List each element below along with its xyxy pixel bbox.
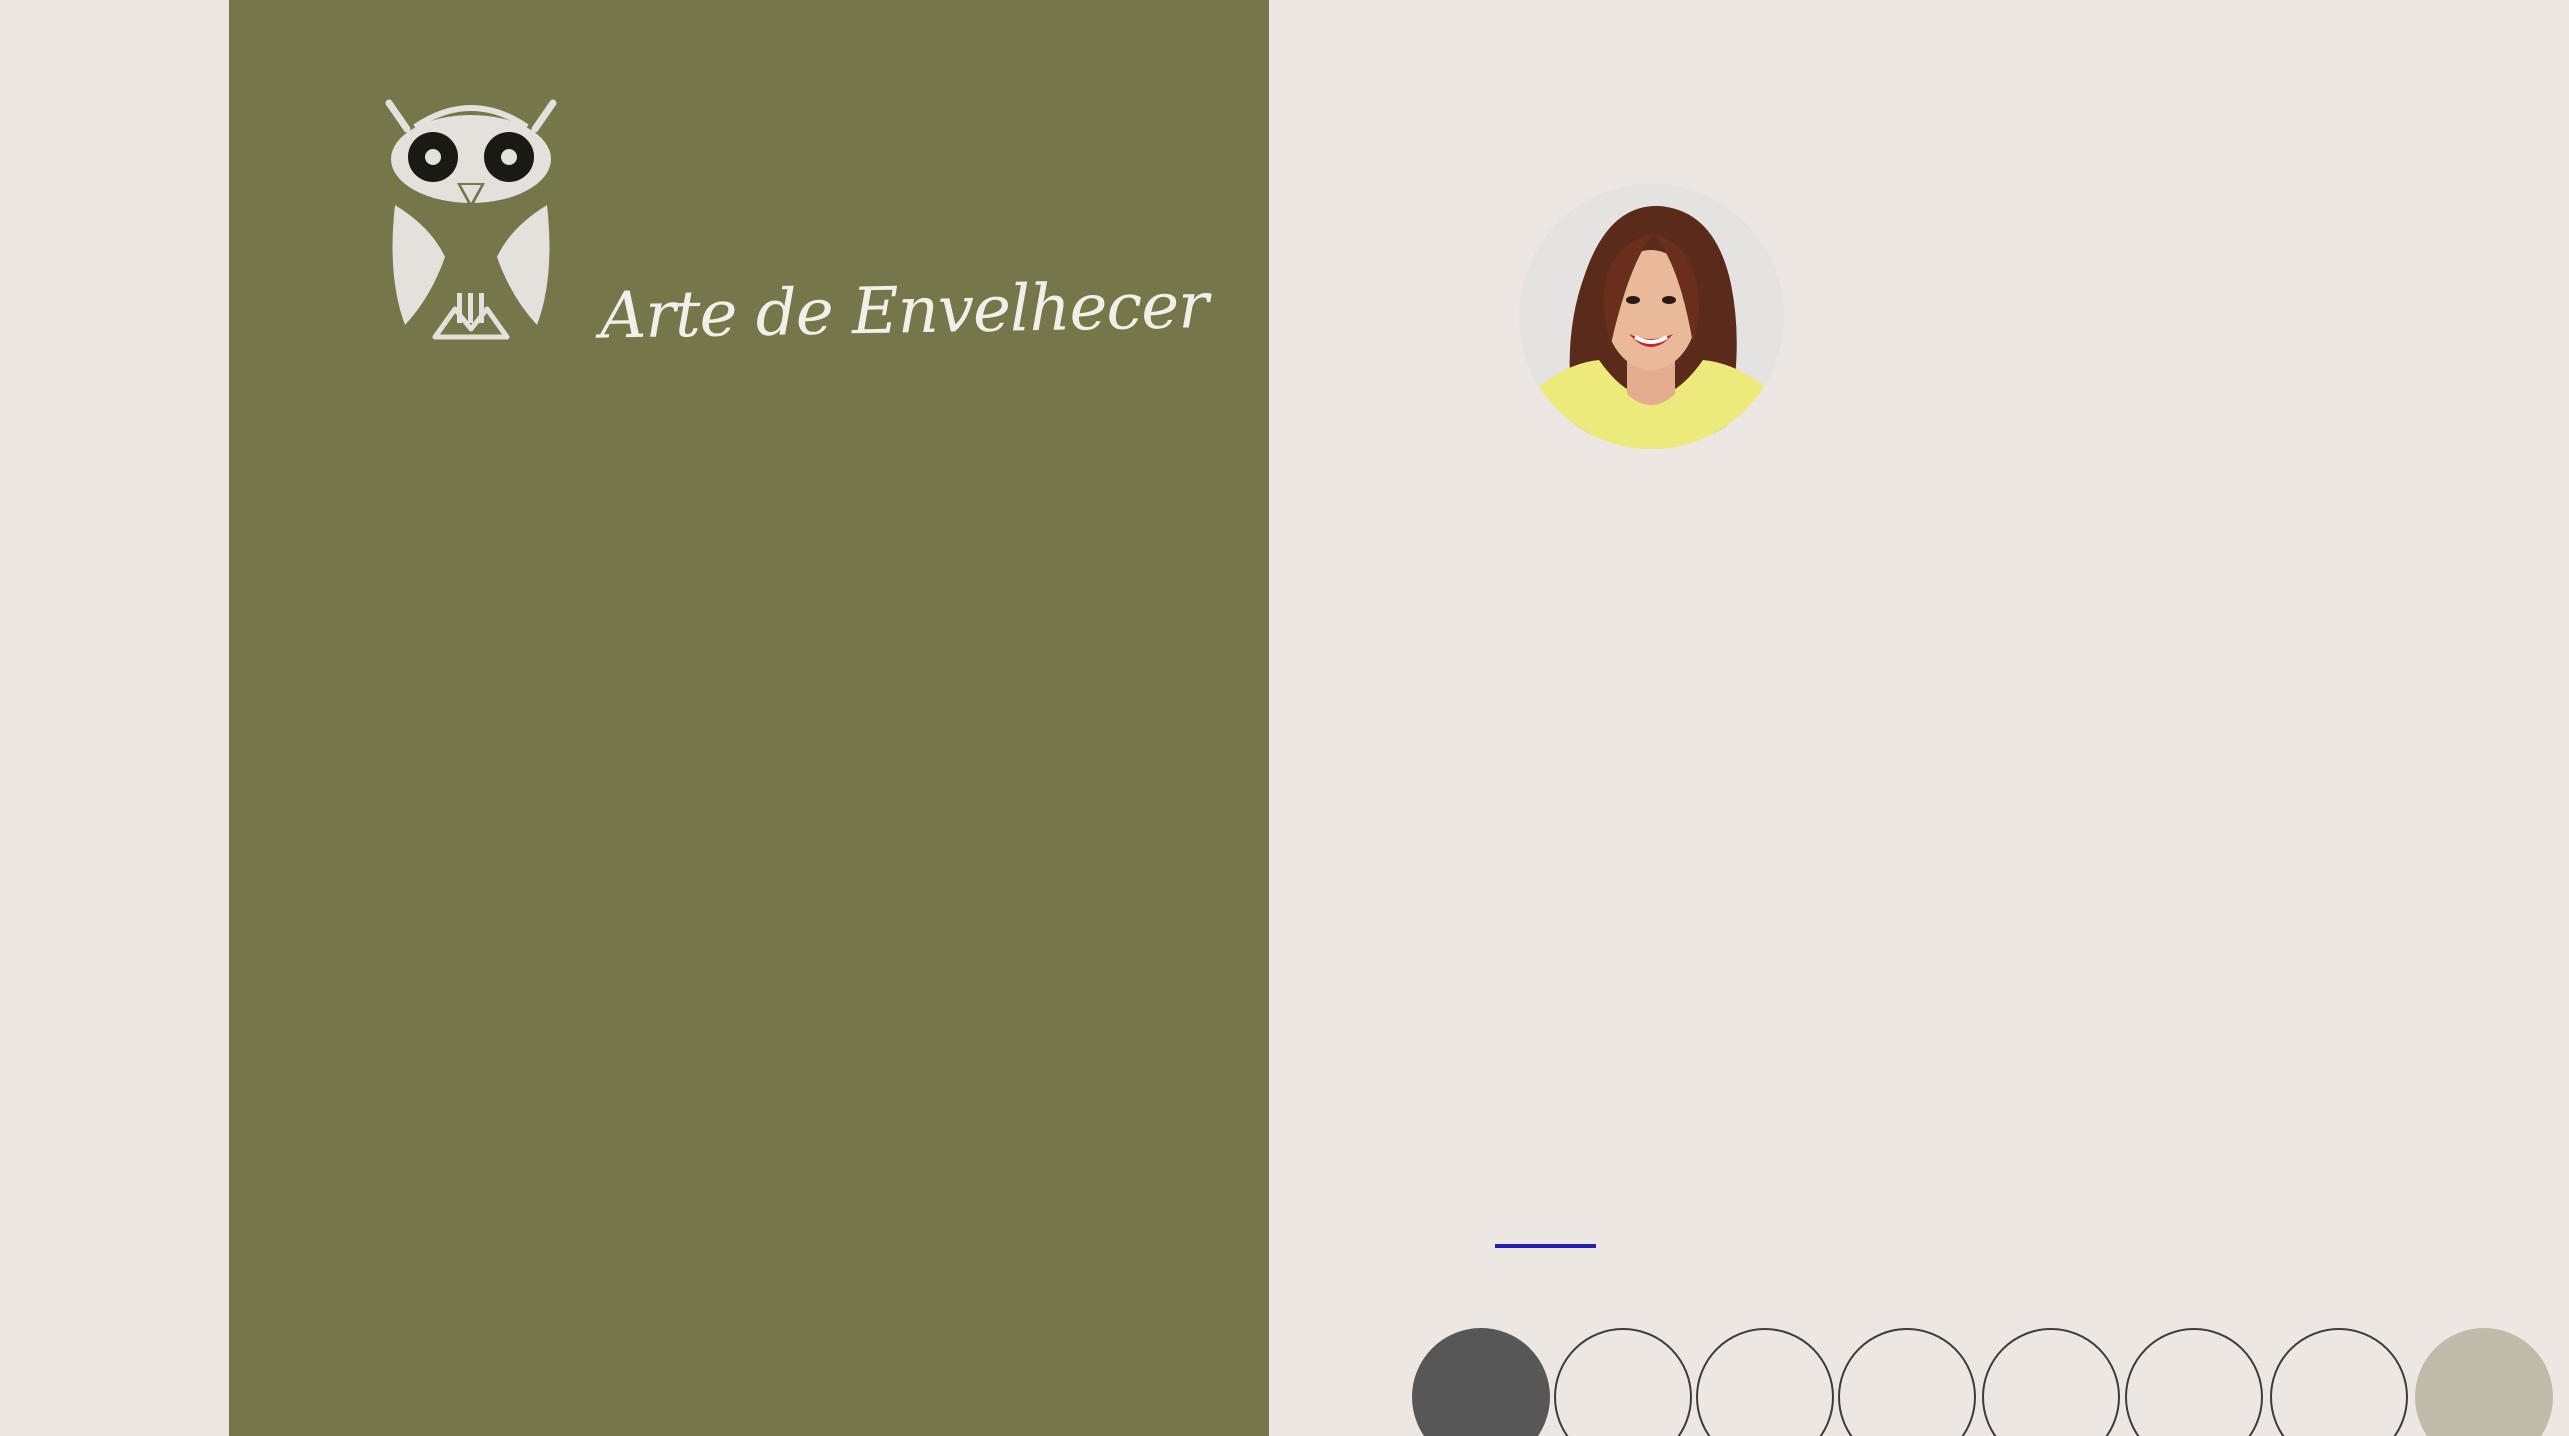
carousel-dot-1[interactable] <box>1412 1328 1550 1436</box>
owl-logo-icon[interactable] <box>385 97 557 347</box>
link-underline[interactable] <box>1495 1244 1596 1248</box>
page: Arte de Envelhecer <box>0 0 2569 1436</box>
person-photo-icon <box>1519 184 1784 449</box>
brand-title: Arte de Envelhecer <box>599 269 1209 354</box>
carousel-dot-5[interactable] <box>1982 1328 2120 1436</box>
carousel-dot-3[interactable] <box>1696 1328 1834 1436</box>
carousel-dot-7[interactable] <box>2270 1328 2408 1436</box>
carousel-dot-8[interactable] <box>2415 1328 2553 1436</box>
carousel-dot-6[interactable] <box>2125 1328 2263 1436</box>
carousel-dots <box>1410 1328 2560 1436</box>
carousel-dot-4[interactable] <box>1838 1328 1976 1436</box>
profile-avatar[interactable] <box>1519 184 1784 449</box>
carousel-dot-2[interactable] <box>1554 1328 1692 1436</box>
